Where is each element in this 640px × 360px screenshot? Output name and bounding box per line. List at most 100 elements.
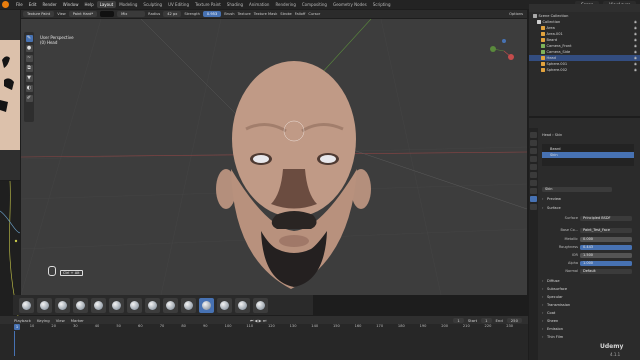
material-tab-icon[interactable] bbox=[530, 196, 537, 202]
visibility-eye-icon[interactable]: ◉ bbox=[634, 67, 637, 73]
strength-field[interactable]: 0.953 bbox=[202, 11, 222, 17]
start-frame-field[interactable]: 1 bbox=[481, 317, 492, 323]
texture-tab-icon[interactable] bbox=[530, 204, 537, 210]
section-transmission[interactable]: Transmission bbox=[542, 302, 638, 308]
options-menu[interactable]: Options bbox=[509, 12, 527, 16]
annotate-tool-icon[interactable]: ✐ bbox=[25, 95, 33, 102]
section-preview[interactable]: Preview bbox=[542, 196, 638, 202]
brush-thumb-active-icon[interactable] bbox=[199, 297, 214, 313]
ior-field[interactable]: IOR 1.500 bbox=[542, 252, 638, 258]
output-tab-icon[interactable] bbox=[530, 148, 537, 154]
metallic-field[interactable]: Metallic 0.000 bbox=[542, 236, 638, 242]
end-frame-field[interactable]: 250 bbox=[506, 317, 522, 323]
world-tab-icon[interactable] bbox=[530, 164, 537, 170]
brush-thumb-icon[interactable] bbox=[109, 297, 124, 313]
material-name-field[interactable]: Skin bbox=[542, 186, 638, 192]
workspace-tab-modeling[interactable]: Modeling bbox=[116, 1, 140, 8]
material-slot-active[interactable]: Skin bbox=[542, 152, 634, 158]
section-specular[interactable]: Specular bbox=[542, 294, 638, 300]
roughness-field[interactable]: Roughness 0.443 bbox=[542, 244, 638, 250]
workspace-tab-uv-editing[interactable]: UV Editing bbox=[165, 1, 192, 8]
brush-thumb-icon[interactable] bbox=[145, 297, 160, 313]
udemy-watermark: Udemy bbox=[600, 343, 624, 350]
brush-thumb-icon[interactable] bbox=[253, 297, 268, 313]
cursor-menu[interactable]: Cursor bbox=[308, 12, 320, 16]
brush-thumb-icon[interactable] bbox=[73, 297, 88, 313]
playhead[interactable]: 1 bbox=[14, 324, 20, 330]
outliner-row[interactable]: Sphere.002 ◉ bbox=[529, 67, 640, 73]
smear-tool-icon[interactable]: ~ bbox=[25, 55, 33, 62]
brush-thumb-icon[interactable] bbox=[55, 297, 70, 313]
scene-tab-icon[interactable] bbox=[530, 156, 537, 162]
alpha-field[interactable]: Alpha 1.000 bbox=[542, 260, 638, 266]
timeline-menu-marker[interactable]: Marker bbox=[71, 318, 84, 323]
data-tab-icon[interactable] bbox=[530, 188, 537, 194]
brush-selector[interactable]: Paint Hard* bbox=[68, 11, 98, 17]
menu-window[interactable]: Window bbox=[60, 2, 82, 7]
mask-tool-icon[interactable]: ◐ bbox=[25, 85, 33, 92]
brush-thumb-icon[interactable] bbox=[37, 297, 52, 313]
section-subsurface[interactable]: Subsurface bbox=[542, 286, 638, 292]
section-emission[interactable]: Emission bbox=[542, 326, 638, 332]
menu-render[interactable]: Render bbox=[39, 2, 59, 7]
timeline-menu-playback[interactable]: Playback bbox=[14, 318, 31, 323]
workspace-tab-scripting[interactable]: Scripting bbox=[370, 1, 394, 8]
stroke-menu[interactable]: Stroke bbox=[280, 12, 291, 16]
frame-ruler[interactable]: 10 20 30 40 50 60 70 80 90 100 110 120 1… bbox=[14, 324, 528, 332]
brush-thumb-icon[interactable] bbox=[163, 297, 178, 313]
section-diffuse[interactable]: Diffuse bbox=[542, 278, 638, 284]
playback-controls-icon[interactable]: ⏮ ◀ ▶ ⏭ bbox=[250, 318, 266, 323]
object-tab-icon[interactable] bbox=[530, 172, 537, 178]
brush-thumb-icon[interactable] bbox=[19, 297, 34, 313]
color-swatch[interactable] bbox=[100, 11, 115, 17]
workspace-tab-compositing[interactable]: Compositing bbox=[299, 1, 330, 8]
current-frame-field[interactable]: 1 bbox=[453, 317, 464, 323]
brush-asset-shelf bbox=[13, 295, 313, 315]
blender-logo-icon[interactable] bbox=[2, 1, 9, 8]
brush-thumb-icon[interactable] bbox=[235, 297, 250, 313]
fill-tool-icon[interactable]: ▼ bbox=[25, 75, 33, 82]
texture-mask-menu[interactable]: Texture Mask bbox=[254, 12, 278, 16]
normal-field[interactable]: Normal Default bbox=[542, 268, 638, 274]
timeline-menu-view[interactable]: View bbox=[56, 318, 65, 323]
workspace-tab-geometry-nodes[interactable]: Geometry Nodes bbox=[330, 1, 370, 8]
brush-thumb-icon[interactable] bbox=[217, 297, 232, 313]
light-icon bbox=[541, 32, 545, 36]
blend-mode-selector[interactable]: Mix bbox=[117, 11, 146, 17]
soften-tool-icon[interactable]: ● bbox=[25, 45, 33, 52]
3d-viewport[interactable] bbox=[21, 19, 527, 295]
workspace-tab-rendering[interactable]: Rendering bbox=[272, 1, 298, 8]
view-menu[interactable]: View bbox=[57, 12, 66, 16]
workspace-tab-sculpting[interactable]: Sculpting bbox=[140, 1, 165, 8]
workspace-tab-animation[interactable]: Animation bbox=[246, 1, 272, 8]
texture-menu[interactable]: Texture bbox=[238, 12, 251, 16]
brush-thumb-icon[interactable] bbox=[91, 297, 106, 313]
timeline-menu-keying[interactable]: Keying bbox=[37, 318, 50, 323]
menu-help[interactable]: Help bbox=[81, 2, 96, 7]
workspace-tab-shading[interactable]: Shading bbox=[224, 1, 246, 8]
tool-tab-icon[interactable] bbox=[530, 132, 537, 138]
mode-selector[interactable]: Texture Paint bbox=[23, 11, 55, 17]
render-tab-icon[interactable] bbox=[530, 140, 537, 146]
falloff-menu[interactable]: Falloff bbox=[295, 12, 306, 16]
end-label: End bbox=[495, 317, 503, 323]
section-thin-film[interactable]: Thin Film bbox=[542, 334, 638, 340]
workspace-tab-texture-paint[interactable]: Texture Paint bbox=[192, 1, 224, 8]
menu-edit[interactable]: Edit bbox=[26, 2, 40, 7]
radius-field[interactable]: 42 px bbox=[163, 11, 182, 17]
menu-file[interactable]: File bbox=[13, 2, 26, 7]
modifier-tab-icon[interactable] bbox=[530, 180, 537, 186]
draw-tool-icon[interactable]: ✎ bbox=[25, 35, 33, 42]
surface-field[interactable]: Surface Principled BSDF bbox=[542, 215, 638, 221]
brush-thumb-icon[interactable] bbox=[181, 297, 196, 313]
tool-settings-header: Texture Paint View Paint Hard* Mix Radiu… bbox=[21, 10, 527, 18]
brush-menu[interactable]: Brush bbox=[224, 12, 234, 16]
workspace-tab-layout[interactable]: Layout bbox=[96, 1, 117, 8]
section-surface[interactable]: Surface bbox=[542, 205, 638, 211]
clone-tool-icon[interactable]: ⧉ bbox=[25, 65, 33, 72]
base-color-field[interactable]: Base Co... Paint_Test_Face bbox=[542, 227, 638, 233]
frame-tick: 120 bbox=[267, 324, 275, 328]
section-coat[interactable]: Coat bbox=[542, 310, 638, 316]
brush-thumb-icon[interactable] bbox=[127, 297, 142, 313]
section-sheen[interactable]: Sheen bbox=[542, 318, 638, 324]
